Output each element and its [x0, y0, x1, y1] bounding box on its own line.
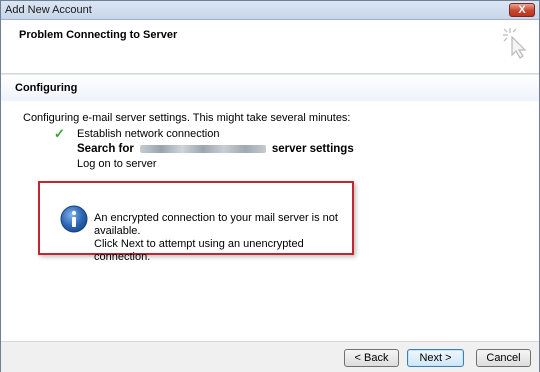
section-title: Configuring: [15, 82, 78, 94]
step-2-prefix: Search for: [77, 143, 134, 155]
checkmark-icon: ✓: [54, 126, 65, 141]
next-button[interactable]: Next >: [407, 349, 464, 367]
info-icon: [60, 205, 88, 233]
button-bar: < Back Next > Cancel: [1, 341, 539, 372]
wizard-header: Problem Connecting to Server: [1, 20, 539, 74]
step-label-2: Search for server settings: [77, 143, 354, 155]
step-label-3: Log on to server: [77, 158, 157, 170]
info-message-box: An encrypted connection to your mail ser…: [38, 181, 354, 263]
section-header: Configuring: [1, 74, 539, 102]
message-line-1: An encrypted connection to your mail ser…: [94, 212, 338, 237]
page-title: Problem Connecting to Server: [19, 29, 178, 41]
window-title: Add New Account: [5, 4, 92, 16]
content-area: Configuring e-mail server settings. This…: [1, 101, 539, 341]
redacted-email: [139, 144, 266, 153]
close-button[interactable]: X: [509, 3, 535, 17]
add-account-dialog: Add New Account X Problem Connecting to …: [0, 0, 540, 372]
intro-text: Configuring e-mail server settings. This…: [23, 112, 351, 124]
step-2-suffix: server settings: [271, 143, 354, 155]
cursor-sparkle-icon: [503, 28, 527, 59]
message-text: An encrypted connection to your mail ser…: [94, 212, 352, 264]
step-label-1: Establish network connection: [77, 128, 220, 140]
cancel-button[interactable]: Cancel: [476, 349, 531, 367]
message-line-2: Click Next to attempt using an unencrypt…: [94, 238, 304, 263]
title-bar: Add New Account X: [1, 1, 539, 20]
back-button[interactable]: < Back: [344, 349, 399, 367]
